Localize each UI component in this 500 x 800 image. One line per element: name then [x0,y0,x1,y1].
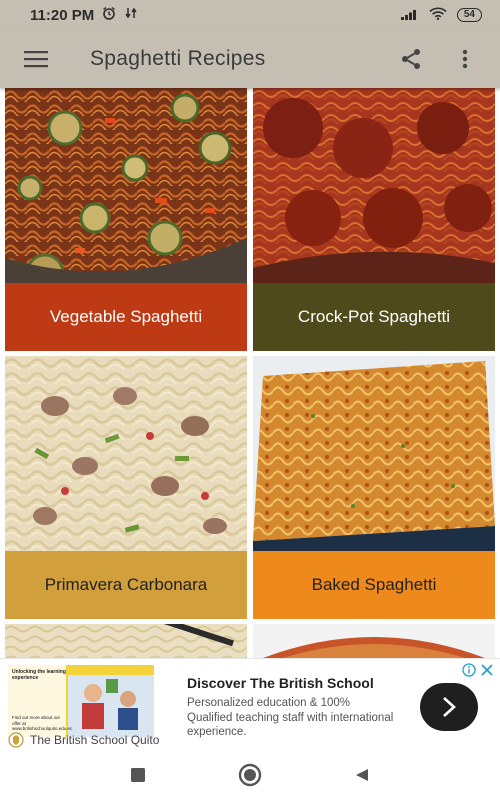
recipe-card[interactable] [253,624,495,658]
recents-button[interactable] [123,760,153,790]
system-navigation-bar [0,750,500,800]
overflow-menu-button[interactable] [450,44,480,74]
ad-banner[interactable]: Unlocking the learning experience Find o… [0,658,500,750]
recipe-card-vegetable-spaghetti[interactable]: Vegetable Spaghetti [5,88,247,351]
recipe-card-label: Primavera Carbonara [5,551,247,619]
home-button[interactable] [235,760,265,790]
alarm-icon [102,6,116,24]
hamburger-menu-icon [24,51,48,68]
baked-spaghetti-image [253,356,495,551]
data-saver-icon [124,6,138,24]
vegetable-spaghetti-image [5,88,247,283]
status-bar: 11:20 PM 54 [0,0,500,30]
square-icon [131,768,145,782]
crock-pot-spaghetti-image [253,88,495,283]
status-time: 11:20 PM [30,6,95,24]
info-icon [462,663,476,677]
battery-indicator: 54 [456,8,482,22]
recipe-card-label: Crock-Pot Spaghetti [253,283,495,351]
recipe-image [5,624,247,658]
close-icon [481,664,493,676]
recipe-card-primavera-carbonara[interactable]: Primavera Carbonara [5,356,247,619]
recipe-card-label: Vegetable Spaghetti [5,283,247,351]
ad-close-button[interactable] [480,663,494,682]
ad-choices-button[interactable] [462,663,476,682]
menu-button[interactable] [20,44,52,74]
share-button[interactable] [396,44,426,74]
recipe-grid: Vegetable Spaghetti Crock-Pot Spaghetti [0,88,500,658]
share-icon [402,49,420,69]
page-title: Spaghetti Recipes [90,47,266,70]
recipe-card-baked-spaghetti[interactable]: Baked Spaghetti [253,356,495,619]
ad-image[interactable]: Unlocking the learning experience Find o… [8,665,154,737]
recipe-card[interactable] [5,624,247,658]
ad-image-caption-top: Unlocking the learning experience [12,669,66,681]
circle-icon [238,763,262,787]
recipe-card-crock-pot-spaghetti[interactable]: Crock-Pot Spaghetti [253,88,495,351]
school-logo-icon [8,732,24,748]
ad-open-button[interactable] [420,683,478,731]
recipe-card-label: Baked Spaghetti [253,551,495,619]
app-bar: Spaghetti Recipes [0,30,500,88]
ad-image-caption-bottom: Find out more about our offer at www.bri… [12,715,73,731]
wifi-icon [429,7,447,24]
ad-advertiser: The British School Quito [30,733,160,747]
back-triangle-icon [356,769,368,781]
ad-title[interactable]: Discover The British School [187,675,374,691]
recipe-image [253,624,495,658]
signal-icon [400,7,419,24]
primavera-carbonara-image [5,356,247,551]
chevron-right-icon [443,697,456,717]
ad-description: Personalized education & 100% Qualified … [187,697,394,738]
more-vertical-icon [462,49,468,69]
back-button[interactable] [347,760,377,790]
